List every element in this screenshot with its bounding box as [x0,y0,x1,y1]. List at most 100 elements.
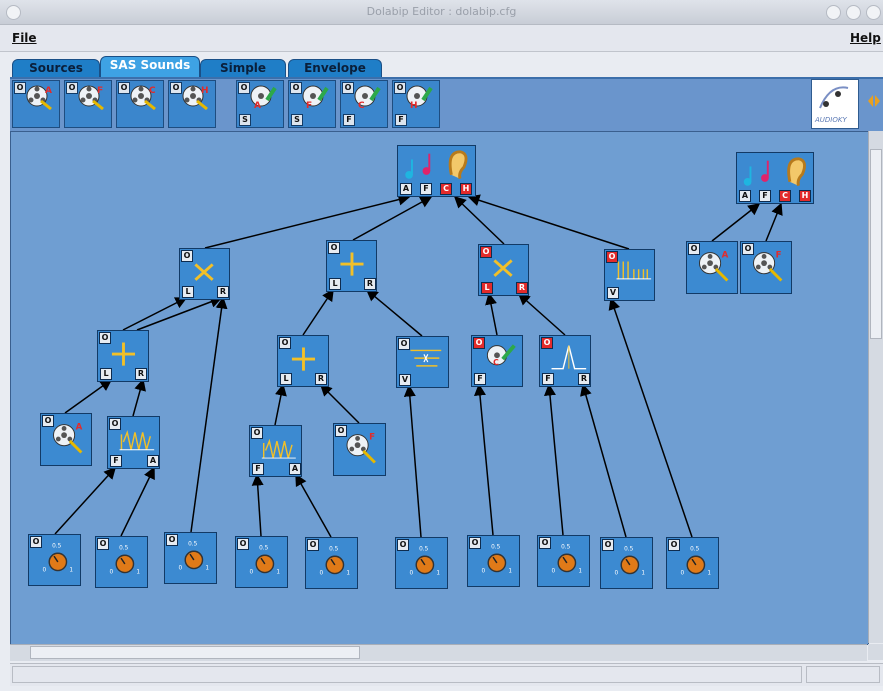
input-port-f[interactable]: F [420,183,432,195]
sound-source-node-a[interactable]: O A [40,413,92,466]
input-port-a[interactable]: A [739,190,751,202]
input-port-l[interactable]: L [329,278,341,290]
patch-canvas[interactable]: A F C H A F C H O L R O L R O L R O V O [10,131,869,645]
connection-arrow [319,383,360,424]
input-port-f[interactable]: F [252,463,264,475]
tab-envelope[interactable]: Envelope [288,59,382,79]
knob-node[interactable]: O 0.5 0 1 [164,532,217,584]
input-port-h[interactable]: H [460,183,472,195]
knob-icon[interactable]: 0.5 0 1 [165,533,216,583]
input-port-f[interactable]: F [759,190,771,202]
palette-sound-param-a[interactable]: O A S [236,80,284,128]
knob-node[interactable]: O 0.5 0 1 [537,535,590,587]
input-port-l[interactable]: L [182,286,194,298]
knob-icon[interactable]: 0.5 0 1 [96,537,147,587]
menu-help[interactable]: Help [850,31,881,45]
knob-node[interactable]: O 0.5 0 1 [95,536,148,588]
input-port-a[interactable]: A [289,463,301,475]
knob-node[interactable]: O 0.5 0 1 [600,537,653,589]
knob-icon[interactable]: 0.5 0 1 [538,536,589,586]
connection-arrow [403,384,422,538]
palette-scroll-arrows-icon[interactable] [866,91,882,111]
input-port-f[interactable]: F [474,373,486,385]
input-port-r[interactable]: R [315,373,327,385]
input-port-v[interactable]: V [399,374,411,386]
impulse-train-node[interactable]: O V [604,249,655,301]
knob-node[interactable]: O 0.5 0 1 [305,537,358,589]
sound-output-node[interactable]: A F C H [736,152,814,204]
knob-icon[interactable]: 0.5 0 1 [667,538,718,588]
add-node[interactable]: O L R [97,330,149,382]
knob-node[interactable]: O 0.5 0 1 [235,536,288,588]
input-port: S [239,114,251,126]
palette-sound-source-f[interactable]: O F [64,80,112,128]
knob-node[interactable]: O 0.5 0 1 [395,537,448,589]
input-port-r[interactable]: R [516,282,528,294]
add-node[interactable]: O L R [326,240,377,292]
sound-source-node-f[interactable]: O F [740,241,792,294]
palette-sound-source-c[interactable]: O C [116,80,164,128]
app-logo: AUDIOKY [811,79,859,129]
knob-label-high: 1 [276,570,280,576]
maximize-button[interactable] [846,5,861,20]
input-port-l[interactable]: L [280,373,292,385]
tab-sas-sounds[interactable]: SAS Sounds [100,56,200,79]
input-port-h[interactable]: H [799,190,811,202]
knob-icon[interactable]: 0.5 0 1 [29,535,80,585]
component-palette: O A O F O C O H O A S O F S O C F O H F … [10,77,883,133]
input-port-r[interactable]: R [578,373,590,385]
knob-label-mid: 0.5 [491,545,500,551]
input-port-a[interactable]: A [400,183,412,195]
palette-sound-source-h[interactable]: O H [168,80,216,128]
minimize-button[interactable] [826,5,841,20]
close-button[interactable] [866,5,881,20]
oscillator-node[interactable]: O F A [249,425,302,477]
knob-node[interactable]: O 0.5 0 1 [467,535,520,587]
vertical-scroll-thumb[interactable] [870,149,882,339]
input-port-r[interactable]: R [135,368,147,380]
input-port-v[interactable]: V [607,287,619,299]
tab-bar: Sources SAS Sounds Simple Envelope [8,55,883,79]
vertical-scrollbar[interactable] [868,131,883,643]
input-port-f[interactable]: F [110,455,122,467]
input-port-f[interactable]: F [542,373,554,385]
knob-icon[interactable]: 0.5 0 1 [236,537,287,587]
knob-node[interactable]: O 0.5 0 1 [28,534,81,586]
sound-source-node-f[interactable]: O F [333,423,386,476]
tab-simple[interactable]: Simple [200,59,286,79]
multiply-node[interactable]: O L R [179,248,230,300]
oscillator-node[interactable]: O F A [107,416,160,469]
palette-sound-param-h[interactable]: O H F [392,80,440,128]
range-scale-node[interactable]: O V [396,336,449,388]
band-filter-node[interactable]: O F R [539,335,591,387]
input-port-l[interactable]: L [481,282,493,294]
menu-file[interactable]: File [12,31,37,45]
horizontal-scroll-thumb[interactable] [30,646,360,659]
knob-node[interactable]: O 0.5 0 1 [666,537,719,589]
knob-label-low: 0 [178,566,182,572]
sound-output-node[interactable]: A F C H [397,145,476,197]
knob-icon[interactable]: 0.5 0 1 [396,538,447,588]
palette-sound-param-c[interactable]: O C F [340,80,388,128]
sound-source-node-a[interactable]: O A [686,241,738,294]
input-port-r[interactable]: R [364,278,376,290]
sound-param-node-c[interactable]: O C F [471,335,523,387]
reel-icon: F [302,85,329,110]
input-port-c[interactable]: C [440,183,452,195]
input-port-r[interactable]: R [217,286,229,298]
knob-icon[interactable]: 0.5 0 1 [468,536,519,586]
badge-text: A [45,86,52,96]
input-port-c[interactable]: C [779,190,791,202]
knob-label-high: 1 [707,571,711,577]
palette-sound-param-f[interactable]: O F S [288,80,336,128]
knob-icon[interactable]: 0.5 0 1 [601,538,652,588]
badge-text: F [97,86,103,96]
tab-sources[interactable]: Sources [12,59,100,79]
knob-icon[interactable]: 0.5 0 1 [306,538,357,588]
horizontal-scrollbar[interactable] [10,644,867,661]
palette-sound-source-a[interactable]: O A [12,80,60,128]
add-node[interactable]: O L R [277,335,329,387]
input-port-a[interactable]: A [147,455,159,467]
multiply-node[interactable]: O L R [478,244,529,296]
input-port-l[interactable]: L [100,368,112,380]
